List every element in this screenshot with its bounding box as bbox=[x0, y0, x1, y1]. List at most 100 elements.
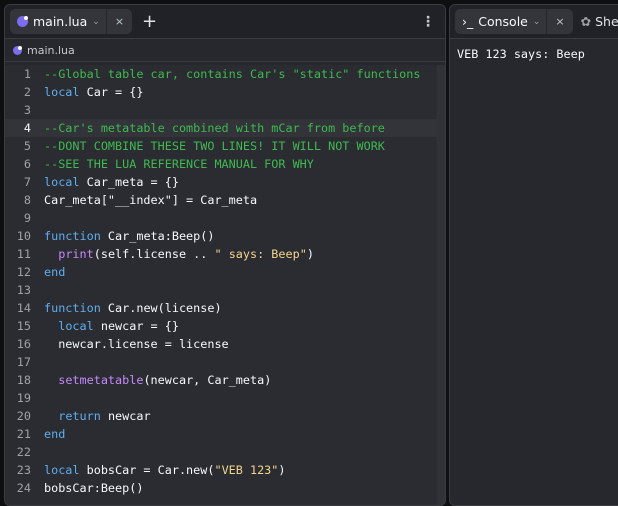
line-number: 6 bbox=[23, 157, 31, 171]
code-editor[interactable]: 1 --Global table car, contains Car's "sta… bbox=[5, 65, 437, 505]
breadcrumb-file[interactable]: main.lua bbox=[27, 44, 75, 57]
scrollbar[interactable] bbox=[437, 65, 445, 505]
line-number: 10 bbox=[16, 229, 31, 243]
code-line[interactable]: 20 return newcar bbox=[5, 407, 437, 425]
code-line[interactable]: 13 bbox=[5, 281, 437, 299]
line-number: 11 bbox=[16, 247, 31, 261]
code-line[interactable]: 21 end bbox=[5, 425, 437, 443]
code-line[interactable]: 3 bbox=[5, 101, 437, 119]
console-prompt-icon: ›_ bbox=[462, 14, 474, 29]
code-line[interactable]: 2 local Car = {} bbox=[5, 83, 437, 101]
code-token: newcar.license = license bbox=[44, 337, 229, 351]
shell-icon: ✿ bbox=[580, 14, 592, 29]
tab-shell[interactable]: ✿ Shell bbox=[581, 14, 618, 29]
code-line[interactable]: 12 end bbox=[5, 263, 437, 281]
code-token: (self.license .. bbox=[93, 247, 215, 261]
code-line[interactable]: 22 bbox=[5, 443, 437, 461]
code-line[interactable]: 24 bobsCar:Beep() bbox=[5, 479, 437, 497]
chevron-down-icon[interactable]: ⌄ bbox=[533, 17, 541, 27]
code-line[interactable]: 8 Car_meta["__index"] = Car_meta bbox=[5, 191, 437, 209]
code-line[interactable]: 5 --DONT COMBINE THESE TWO LINES! IT WILL… bbox=[5, 137, 437, 155]
close-tab-icon[interactable]: × bbox=[547, 15, 572, 28]
code-line[interactable]: 23 local bobsCar = Car.new("VEB 123") bbox=[5, 461, 437, 479]
code-text: return newcar bbox=[31, 407, 151, 425]
line-number: 1 bbox=[23, 67, 31, 81]
code-token: local bbox=[44, 463, 80, 477]
code-text: function Car.new(license) bbox=[31, 299, 222, 317]
line-number: 5 bbox=[23, 139, 31, 153]
line-number: 23 bbox=[16, 463, 31, 477]
tab-label: main.lua bbox=[33, 14, 88, 29]
code-line[interactable]: 1 --Global table car, contains Car's "sta… bbox=[5, 65, 437, 83]
code-token: --SEE THE LUA REFERENCE MANUAL FOR WHY bbox=[44, 157, 314, 171]
close-tab-icon[interactable]: × bbox=[107, 15, 132, 28]
line-number: 12 bbox=[16, 265, 31, 279]
code-line[interactable]: 6 --SEE THE LUA REFERENCE MANUAL FOR WHY bbox=[5, 155, 437, 173]
tab-main-lua[interactable]: main.lua ⌄ × bbox=[10, 9, 133, 34]
line-number: 15 bbox=[16, 319, 31, 333]
code-token: (newcar, Car_meta) bbox=[143, 373, 272, 387]
code-line[interactable]: 11 print(self.license .. " says: Beep") bbox=[5, 245, 437, 263]
code-token: Car = {} bbox=[79, 85, 144, 99]
code-text: end bbox=[31, 425, 65, 443]
code-line[interactable]: 17 bbox=[5, 353, 437, 371]
code-text: setmetatable(newcar, Car_meta) bbox=[31, 371, 271, 389]
code-token: print bbox=[58, 247, 94, 261]
code-text: --Global table car, contains Car's "stat… bbox=[31, 65, 420, 83]
console-panel: ›_ Console ⌄ × ✿ Shell VEB 123 says: Bee… bbox=[449, 4, 618, 506]
line-number: 24 bbox=[16, 481, 31, 495]
code-line[interactable]: 4 --Car's metatable combined with mCar fr… bbox=[5, 119, 437, 137]
code-line[interactable]: 19 bbox=[5, 389, 437, 407]
code-token: "VEB 123" bbox=[214, 463, 279, 477]
code-token: setmetatable bbox=[58, 373, 144, 387]
breadcrumb: main.lua bbox=[5, 39, 445, 62]
code-line[interactable]: 14 function Car.new(license) bbox=[5, 299, 437, 317]
code-token: function bbox=[44, 229, 101, 243]
code-line[interactable]: 18 setmetatable(newcar, Car_meta) bbox=[5, 371, 437, 389]
code-token: local bbox=[44, 175, 80, 189]
code-line[interactable]: 10 function Car_meta:Beep() bbox=[5, 227, 437, 245]
code-token: bobsCar:Beep() bbox=[44, 481, 144, 495]
code-line[interactable]: 16 newcar.license = license bbox=[5, 335, 437, 353]
chevron-down-icon[interactable]: ⌄ bbox=[92, 17, 100, 27]
code-token: newcar bbox=[100, 409, 151, 423]
code-line[interactable]: 9 bbox=[5, 209, 437, 227]
code-text: --Car's metatable combined with mCar fro… bbox=[31, 119, 385, 137]
more-options-icon[interactable]: ⋮ bbox=[421, 14, 435, 30]
code-text: local newcar = {} bbox=[31, 317, 179, 335]
code-line[interactable]: 7 local Car_meta = {} bbox=[5, 173, 437, 191]
line-number: 19 bbox=[16, 391, 31, 405]
code-token: --Car's metatable combined with mCar fro… bbox=[44, 121, 385, 135]
line-number: 9 bbox=[23, 211, 31, 225]
code-token: " says: Beep" bbox=[214, 247, 307, 261]
code-text: Car_meta["__index"] = Car_meta bbox=[31, 191, 257, 209]
editor-panel: main.lua ⌄ × + ⋮ main.lua 1 --Global tabl… bbox=[4, 4, 446, 506]
console-tab-bar: ›_ Console ⌄ × ✿ Shell bbox=[450, 5, 618, 39]
new-tab-button[interactable]: + bbox=[142, 11, 157, 32]
code-text: local bobsCar = Car.new("VEB 123") bbox=[31, 461, 286, 479]
line-number: 4 bbox=[23, 121, 31, 135]
line-number: 22 bbox=[16, 445, 31, 459]
line-number: 17 bbox=[16, 355, 31, 369]
line-number: 20 bbox=[16, 409, 31, 423]
code-text: print(self.license .. " says: Beep") bbox=[31, 245, 314, 263]
lua-file-icon bbox=[17, 16, 28, 27]
code-token: local bbox=[44, 85, 80, 99]
line-number: 13 bbox=[16, 283, 31, 297]
code-token: newcar = {} bbox=[93, 319, 179, 333]
code-line[interactable]: 15 local newcar = {} bbox=[5, 317, 437, 335]
code-text: local Car_meta = {} bbox=[31, 173, 179, 191]
line-number: 14 bbox=[16, 301, 31, 315]
tab-console[interactable]: ›_ Console ⌄ × bbox=[455, 9, 573, 34]
code-text: bobsCar:Beep() bbox=[31, 479, 143, 497]
code-token: --DONT COMBINE THESE TWO LINES! IT WILL … bbox=[44, 139, 385, 153]
tab-label: Shell bbox=[595, 14, 618, 29]
code-text: --DONT COMBINE THESE TWO LINES! IT WILL … bbox=[31, 137, 385, 155]
code-text: function Car_meta:Beep() bbox=[31, 227, 214, 245]
